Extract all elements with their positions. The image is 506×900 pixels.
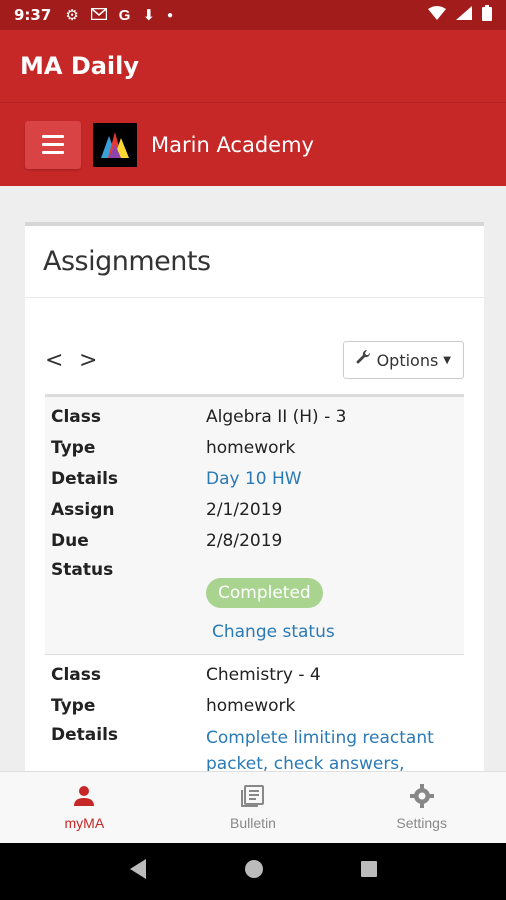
type-value: homework [206, 437, 296, 458]
nav-myma[interactable]: myMA [0, 772, 169, 843]
type-label: Type [51, 437, 96, 458]
type-row: Type homework [45, 432, 464, 463]
details-link[interactable]: Complete limiting reactant packet, check… [206, 725, 464, 777]
gmail-icon [90, 7, 108, 24]
type-label: Type [51, 695, 96, 716]
google-icon: G [118, 6, 131, 24]
next-arrow-button[interactable]: > [79, 348, 113, 373]
wrench-icon [356, 349, 372, 370]
class-row: Class Chemistry - 4 [45, 659, 464, 690]
change-status-link[interactable]: Change status [212, 622, 335, 642]
bulletin-icon [241, 784, 265, 811]
assignment-record: Class Chemistry - 4 Type homework Detail… [45, 654, 464, 781]
home-icon[interactable] [244, 859, 264, 884]
gear-icon: ⚙ [65, 7, 79, 24]
type-value: homework [206, 695, 296, 716]
options-button[interactable]: Options ▼ [342, 341, 464, 379]
details-label: Details [51, 725, 119, 745]
system-nav-bar [0, 843, 506, 900]
person-icon [72, 784, 96, 811]
status-bar: 9:37 ⚙ G ⬇ ● [0, 0, 506, 30]
nav-bulletin[interactable]: Bulletin [169, 772, 338, 843]
school-logo [93, 122, 137, 167]
details-row: Details Day 10 HW [45, 463, 464, 494]
school-name: Marin Academy [151, 132, 314, 157]
due-date: 2/8/2019 [206, 530, 283, 551]
app-bar: MA Daily [0, 30, 506, 102]
status-row: Status Completed [45, 556, 464, 610]
app-title: MA Daily [20, 52, 140, 80]
details-link[interactable]: Day 10 HW [206, 469, 464, 489]
details-line-1: Complete limiting reactant [206, 728, 434, 748]
nav-settings-label: Settings [396, 815, 447, 831]
assign-label: Assign [51, 499, 115, 520]
gear-icon [409, 784, 434, 811]
download-icon: ⬇ [142, 7, 156, 24]
status-badge: Completed [206, 578, 323, 608]
class-value: Chemistry - 4 [206, 664, 321, 685]
details-label: Details [51, 468, 119, 489]
class-value: Algebra II (H) - 3 [206, 406, 347, 427]
school-bar: Marin Academy [0, 102, 506, 186]
assignment-record: Class Algebra II (H) - 3 Type homework D… [45, 394, 464, 654]
details-row: Details Complete limiting reactant packe… [45, 721, 464, 777]
bottom-nav: myMA Bulletin Settings [0, 771, 506, 843]
signal-icon [456, 5, 472, 25]
wifi-icon [428, 5, 446, 25]
card-header: Assignments [25, 226, 484, 298]
hamburger-menu-button[interactable] [25, 120, 81, 169]
assignment-nav: < > Options ▼ [45, 340, 464, 380]
card-title: Assignments [43, 246, 211, 277]
caret-down-icon: ▼ [443, 354, 451, 366]
class-row: Class Algebra II (H) - 3 [45, 401, 464, 432]
nav-bulletin-label: Bulletin [230, 815, 276, 831]
assign-row: Assign 2/1/2019 [45, 494, 464, 525]
nav-myma-label: myMA [64, 815, 105, 831]
status-time: 9:37 [14, 6, 52, 24]
back-icon[interactable] [128, 858, 148, 885]
recents-icon[interactable] [360, 860, 378, 883]
nav-settings[interactable]: Settings [337, 772, 506, 843]
prev-arrow-button[interactable]: < [45, 348, 79, 373]
class-label: Class [51, 664, 102, 685]
assignment-list: Class Algebra II (H) - 3 Type homework D… [45, 394, 464, 781]
assign-date: 2/1/2019 [206, 499, 283, 520]
class-label: Class [51, 406, 102, 427]
battery-icon [482, 4, 492, 26]
dot-icon: ● [167, 9, 174, 21]
type-row: Type homework [45, 690, 464, 721]
assignments-card: Assignments < > Options ▼ Class Algebra … [25, 222, 484, 782]
due-row: Due 2/8/2019 [45, 525, 464, 556]
due-label: Due [51, 530, 89, 551]
options-label: Options [376, 350, 439, 370]
status-label: Status [51, 560, 114, 580]
